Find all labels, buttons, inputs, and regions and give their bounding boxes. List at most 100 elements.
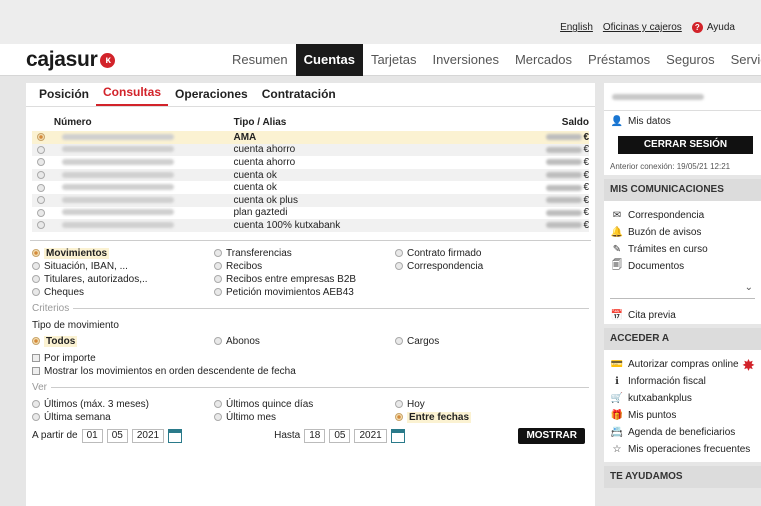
nav-seguros[interactable]: Seguros	[658, 44, 722, 76]
comunicaciones-select[interactable]	[610, 282, 755, 299]
table-row[interactable]: AMA €	[32, 131, 589, 144]
card-icon: 💳	[610, 359, 624, 370]
currency-symbol: €	[583, 182, 589, 194]
account-number	[48, 220, 234, 231]
offices-link[interactable]: Oficinas y cajeros	[603, 22, 682, 33]
option-entre-fechas[interactable]: Entre fechas	[395, 411, 472, 423]
star-icon: ☆	[612, 444, 622, 455]
account-number	[48, 132, 234, 143]
mis-datos-link[interactable]: 👤 Mis datos	[604, 113, 761, 130]
option-recibos[interactable]: Recibos	[214, 261, 395, 272]
documentos-link[interactable]: 🗐 Documentos	[604, 258, 761, 275]
documents-icon: 🗐	[612, 260, 622, 271]
nav-tarjetas[interactable]: Tarjetas	[363, 44, 425, 76]
correspondencia-link[interactable]: ✉ Correspondencia	[604, 207, 761, 224]
to-day-input[interactable]: 18	[304, 428, 326, 443]
english-link[interactable]: English	[560, 22, 593, 33]
top-bar: English Oficinas y cajeros ? Ayuda	[0, 0, 761, 44]
logout-button[interactable]: CERRAR SESIÓN	[618, 136, 753, 154]
from-day-input[interactable]: 01	[81, 428, 103, 443]
option-correspondencia[interactable]: Correspondencia	[395, 261, 483, 272]
table-row[interactable]: cuenta ok €	[32, 181, 589, 194]
tramites-link[interactable]: ✎ Trámites en curso	[604, 241, 761, 258]
radio-icon[interactable]	[37, 183, 45, 192]
option-movimientos[interactable]: Movimientos	[32, 247, 214, 259]
mostrar-button[interactable]: MOSTRAR	[518, 427, 585, 444]
to-year-input[interactable]: 2021	[354, 428, 387, 443]
radio-icon[interactable]	[37, 145, 45, 154]
table-row[interactable]: plan gaztedi €	[32, 207, 589, 220]
radio-icon	[32, 288, 40, 297]
kutxabankplus-link[interactable]: 🛒 kutxabankplus	[604, 390, 761, 407]
table-row[interactable]: cuenta ok plus €	[32, 193, 589, 207]
radio-icon	[395, 262, 403, 271]
nav-cuentas[interactable]: Cuentas	[295, 44, 363, 76]
option-transferencias[interactable]: Transferencias	[214, 248, 395, 259]
to-month-input[interactable]: 05	[329, 428, 351, 443]
nav-inversiones[interactable]: Inversiones	[424, 44, 506, 76]
ver-section: Ver	[26, 382, 595, 394]
radio-icon[interactable]	[37, 170, 45, 179]
option-cargos[interactable]: Cargos	[395, 336, 439, 347]
table-row[interactable]: cuenta ahorro €	[32, 143, 589, 157]
option-titulares[interactable]: Titulares, autorizados,..	[32, 274, 214, 285]
mis-puntos-link[interactable]: 🎁 Mis puntos	[604, 407, 761, 424]
check-por-importe[interactable]: Por importe	[32, 353, 96, 364]
radio-icon	[32, 413, 40, 422]
option-ultimo-mes[interactable]: Último mes	[214, 412, 395, 423]
option-ultima-semana[interactable]: Última semana	[32, 412, 214, 423]
radio-icon[interactable]	[37, 158, 45, 167]
tab-posicion[interactable]: Posición	[32, 87, 96, 106]
account-number	[48, 195, 234, 206]
buzon-avisos-link[interactable]: 🔔 Buzón de avisos	[604, 224, 761, 241]
radio-icon[interactable]	[37, 221, 45, 230]
tab-consultas[interactable]: Consultas	[96, 85, 169, 106]
radio-icon[interactable]	[37, 208, 45, 217]
from-month-input[interactable]: 05	[106, 428, 128, 443]
radio-icon[interactable]	[37, 133, 45, 142]
tab-operaciones[interactable]: Operaciones	[168, 87, 255, 106]
agenda-beneficiarios-link[interactable]: 📇 Agenda de beneficiarios	[604, 424, 761, 441]
help-link[interactable]: ? Ayuda	[691, 22, 735, 33]
col-tipo: Tipo / Alias	[233, 116, 287, 128]
operaciones-frecuentes-link[interactable]: ☆ Mis operaciones frecuentes	[604, 441, 761, 458]
nav-prestamos[interactable]: Préstamos	[580, 44, 658, 76]
cart-icon: 🛒	[610, 393, 624, 404]
calendar-icon[interactable]	[168, 428, 183, 443]
nav-resumen[interactable]: Resumen	[224, 44, 296, 76]
option-ultimos-3-meses[interactable]: Últimos (máx. 3 meses)	[32, 399, 214, 410]
radio-icon[interactable]	[37, 196, 45, 205]
account-type: cuenta ahorro	[233, 156, 296, 168]
option-cheques[interactable]: Cheques	[32, 287, 214, 298]
checkbox-icon	[32, 354, 40, 363]
nav-servicios[interactable]: Servicios	[723, 44, 761, 76]
ayudamos-box: TE AYUDAMOS	[604, 466, 761, 488]
option-abonos[interactable]: Abonos	[214, 336, 395, 347]
option-todos[interactable]: Todos	[32, 335, 214, 347]
checkbox-icon	[32, 367, 40, 376]
calendar-icon[interactable]	[390, 428, 405, 443]
radio-icon	[32, 337, 40, 346]
table-row[interactable]: cuenta ahorro €	[32, 156, 589, 169]
nav-mercados[interactable]: Mercados	[507, 44, 580, 76]
check-orden-descendente[interactable]: Mostrar los movimientos en orden descend…	[32, 366, 296, 377]
from-year-input[interactable]: 2021	[131, 428, 165, 443]
cita-previa-link[interactable]: 📅 Cita previa	[604, 307, 761, 324]
option-hoy[interactable]: Hoy	[395, 399, 425, 410]
tab-contratacion[interactable]: Contratación	[255, 87, 343, 106]
autorizar-compras-link[interactable]: 💳 Autorizar compras online ✸	[604, 356, 761, 373]
right-sidebar: 👤 Mis datos CERRAR SESIÓN Anterior conex…	[604, 83, 761, 506]
radio-icon	[395, 337, 403, 346]
brand-logo[interactable]: cajasur ᴋ	[26, 48, 116, 72]
option-aeb43[interactable]: Petición movimientos AEB43	[214, 287, 395, 298]
option-recibos-b2b[interactable]: Recibos entre empresas B2B	[214, 274, 395, 285]
account-type: cuenta ahorro	[233, 144, 296, 156]
option-contrato-firmado[interactable]: Contrato firmado	[395, 248, 481, 259]
table-row[interactable]: cuenta 100% kutxabank €	[32, 219, 589, 232]
option-situacion[interactable]: Situación, IBAN, ...	[32, 261, 214, 272]
address-book-icon: 📇	[610, 427, 624, 438]
option-quince-dias[interactable]: Últimos quince días	[214, 399, 395, 410]
info-fiscal-link[interactable]: ℹ Información fiscal	[604, 373, 761, 390]
table-row[interactable]: cuenta ok €	[32, 168, 589, 182]
radio-icon	[214, 275, 222, 284]
